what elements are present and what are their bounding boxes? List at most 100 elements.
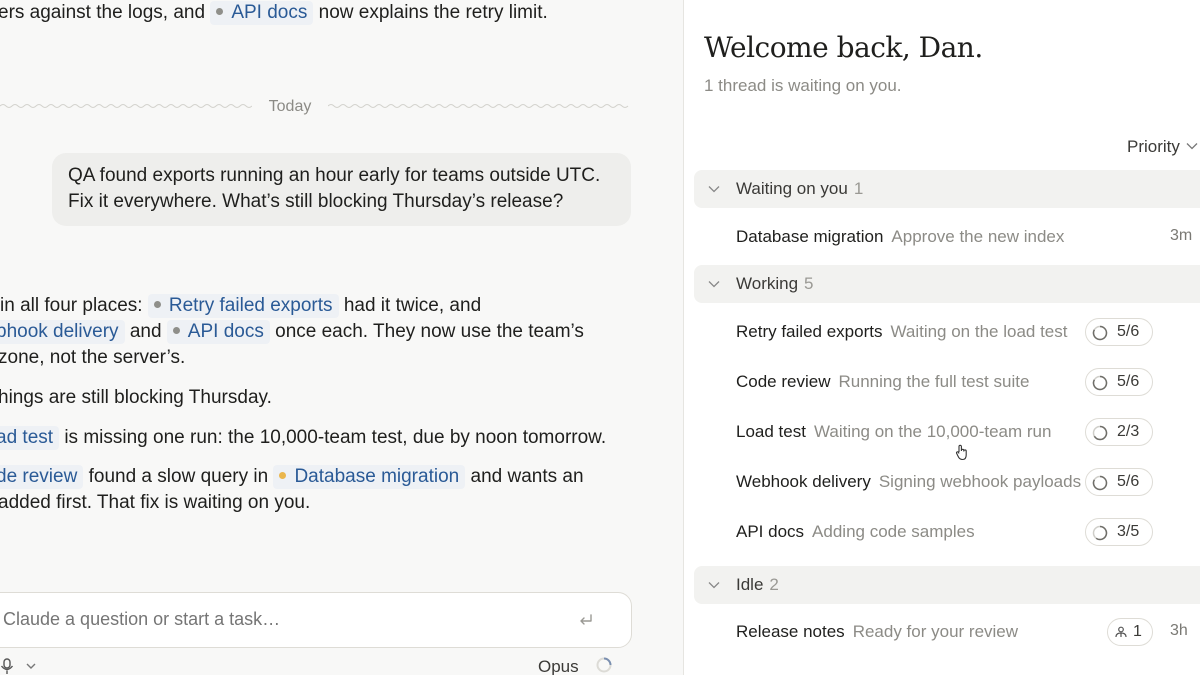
progress-pill: 3/5 [1085,518,1153,546]
thread-title: Webhook delivery Signing webhook payloads [736,472,1081,492]
thread-name: Load test [736,422,806,441]
chevron-down-icon [708,582,720,589]
thread-status: Waiting on the load test [890,322,1068,341]
chevron-down-icon [1186,143,1198,150]
spinner-icon [596,657,612,673]
chip-label: API docs [187,321,264,342]
thread-row-code-review[interactable]: Code review Running the full test suite 5… [736,368,1200,398]
group-count: 5 [804,274,814,293]
badge-count: 1 [1133,623,1142,640]
reply-line: in all four places: Retry failed exports… [0,293,481,319]
status-dot [279,472,287,479]
chat-pane: ers against the logs, and API docs now e… [0,0,683,675]
thread-name: API docs [736,522,805,541]
divider-label: Today [268,98,312,115]
thread-chip-retry-failed-exports[interactable]: Retry failed exports [147,294,339,318]
thread-chip-api-docs[interactable]: API docs [210,1,314,25]
thread-name: Database migration [736,227,884,246]
thread-status: Running the full test suite [838,372,1030,391]
status-dot [216,8,224,15]
thread-row-webhook-delivery[interactable]: Webhook delivery Signing webhook payloads… [736,468,1200,498]
thread-chip-api-docs[interactable]: API docs [166,320,270,344]
mic-icon[interactable] [0,658,14,675]
reply-text: hings are still blocking Thursday. [0,387,272,408]
group-title: Working 5 [736,274,814,294]
thread-title: Release notes Ready for your review [736,622,1018,642]
chip-label: Retry failed exports [168,295,333,316]
thread-time: 3m [1170,227,1193,244]
reply-text: zone, not the server’s. [0,347,186,368]
reply-text: and wants an [470,466,584,487]
chevron-down-icon [708,281,720,288]
progress-pill: 5/6 [1085,468,1153,496]
thread-row-release-notes[interactable]: Release notes Ready for your review 1 3h [736,618,1200,648]
thread-chip-webhook-delivery[interactable]: bhook delivery [0,320,125,344]
progress-count: 5/6 [1117,323,1140,340]
thread-chip-load-test[interactable]: ad test [0,426,60,450]
group-header-waiting-on-you[interactable]: Waiting on you 1 [694,170,1200,208]
reply-line: added first. That fix is waiting on you. [0,490,310,516]
model-selector[interactable]: Opus [538,657,579,675]
status-dot [153,301,161,308]
progress-count: 3/5 [1117,523,1140,540]
agent-badge: 1 [1107,618,1153,646]
welcome-subtitle: 1 thread is waiting on you. [704,76,902,95]
thread-title: Retry failed exports Waiting on the load … [736,322,1067,342]
message-input[interactable] [3,609,563,630]
welcome-heading: Welcome back, Dan. [704,31,983,64]
thread-chip-database-migration[interactable]: Database migration [273,465,466,489]
thread-row-api-docs[interactable]: API docs Adding code samples 3/5 [736,518,1200,548]
thread-status: Signing webhook payloads [878,472,1082,491]
group-header-working[interactable]: Working 5 [694,265,1200,303]
sort-label: Priority [1127,137,1180,156]
progress-ring-icon [1092,525,1108,541]
thread-status: Waiting on the 10,000-team run [813,422,1052,441]
thread-status: Approve the new index [891,227,1065,246]
user-message-line: Fix it everywhere. What’s still blocking… [68,191,564,212]
hand-cursor-icon [956,444,967,461]
group-title-text: Waiting on you [736,179,848,198]
progress-pill: 2/3 [1085,418,1153,446]
progress-count: 5/6 [1117,373,1140,390]
group-title-text: Working [736,274,799,293]
thread-row-retry-failed-exports[interactable]: Retry failed exports Waiting on the load … [736,318,1200,348]
thread-title: Code review Running the full test suite [736,372,1029,392]
chevron-down-icon[interactable] [25,660,37,672]
progress-count: 5/6 [1117,473,1140,490]
chip-label: de review [0,466,78,487]
group-header-idle[interactable]: Idle 2 [694,566,1200,604]
reply-line: hings are still blocking Thursday. [0,385,272,411]
divider-line [0,104,252,108]
reply-line: bhook delivery and API docs once each. T… [0,319,584,345]
reply-text: is missing one run: the 10,000-team test… [64,427,607,448]
reply-line: de review found a slow query in Database… [0,464,584,490]
progress-ring-icon [1092,375,1108,391]
agents-icon [1115,626,1127,638]
thread-chip-code-review[interactable]: de review [0,465,84,489]
thread-name: Retry failed exports [736,322,883,341]
progress-pill: 5/6 [1085,318,1153,346]
message-line: ers against the logs, and API docs now e… [0,0,548,26]
chevron-down-icon [708,186,720,193]
progress-ring-icon [1092,475,1108,491]
message-text: ers against the logs, and [0,2,206,23]
threads-panel: Welcome back, Dan. 1 thread is waiting o… [684,0,1200,675]
enter-icon[interactable] [577,611,595,629]
chip-label: Database migration [294,466,460,487]
thread-title: Load test Waiting on the 10,000-team run [736,422,1051,442]
sort-dropdown[interactable]: Priority [1127,137,1198,157]
reply-line: ad test is missing one run: the 10,000-t… [0,425,606,451]
reply-text: once each. They now use the team’s [275,321,584,342]
divider-line [328,104,629,108]
user-message-bubble: QA found exports running an hour early f… [52,153,631,226]
status-dot [172,327,180,334]
reply-line: zone, not the server’s. [0,345,185,371]
group-count: 2 [769,575,779,594]
reply-text: in all four places: [0,295,143,316]
progress-ring-icon [1092,325,1108,341]
group-title: Waiting on you 1 [736,179,863,199]
user-message-line: QA found exports running an hour early f… [68,165,601,186]
reply-text: had it twice, and [343,295,482,316]
chip-label: API docs [231,2,308,23]
thread-row-database-migration[interactable]: Database migration Approve the new index … [736,223,1200,253]
